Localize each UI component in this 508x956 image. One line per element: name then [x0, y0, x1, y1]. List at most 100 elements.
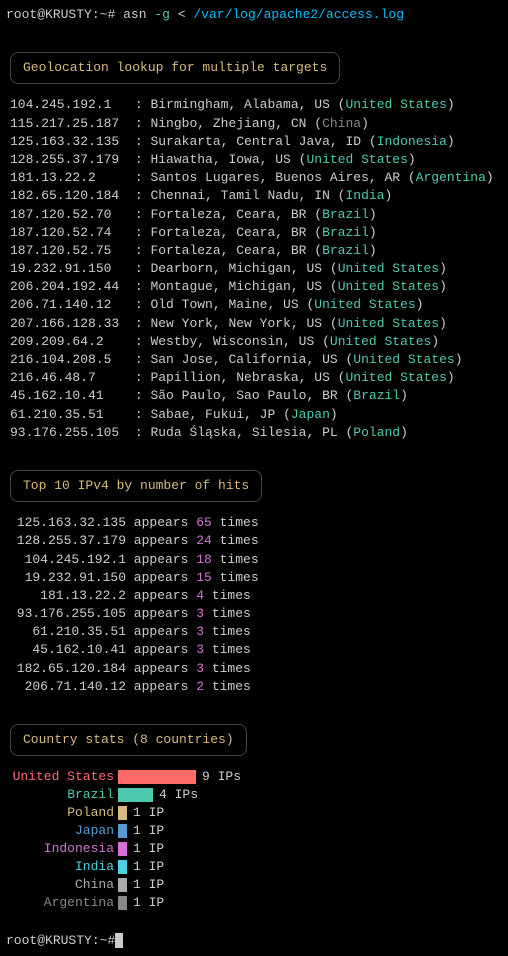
geo-country: Japan	[291, 407, 330, 422]
paren-close: )	[439, 261, 447, 276]
geo-list: 104.245.192.1 : Birmingham, Alabama, US …	[10, 96, 502, 442]
hits-list: 125.163.32.135 appears 65 times128.255.3…	[14, 514, 502, 696]
geo-country: United States	[314, 297, 415, 312]
paren-close: )	[400, 388, 408, 403]
country-section-box: Country stats (8 countries)	[10, 724, 247, 756]
separator: :	[135, 370, 151, 385]
hits-appears: appears	[126, 642, 196, 657]
separator: :	[135, 261, 151, 276]
geo-location: Montague, Michigan, US	[150, 279, 329, 294]
geo-row: 115.217.25.187 : Ningbo, Zhejiang, CN (C…	[10, 115, 502, 133]
stats-row: Argentina1 IP	[6, 894, 502, 912]
geo-ip: 206.204.192.44	[10, 279, 135, 294]
geo-location: Chennai, Tamil Nadu, IN	[150, 188, 337, 203]
paren-open: (	[330, 261, 338, 276]
country-title: Country stats (8 countries)	[23, 732, 234, 747]
hits-times: times	[204, 679, 251, 694]
geo-country: United States	[345, 97, 446, 112]
hits-row: 182.65.120.184 appears 3 times	[14, 660, 502, 678]
stats-bar	[118, 788, 153, 802]
stats-count: 4 IPs	[159, 786, 198, 804]
hits-row: 45.162.10.41 appears 3 times	[14, 641, 502, 659]
hits-appears: appears	[126, 679, 196, 694]
separator: :	[135, 388, 151, 403]
separator: :	[135, 425, 151, 440]
stats-count: 1 IP	[133, 822, 164, 840]
hits-ip: 182.65.120.184	[14, 660, 126, 678]
hits-count: 3	[196, 624, 204, 639]
geo-ip: 104.245.192.1	[10, 97, 135, 112]
geo-ip: 182.65.120.184	[10, 188, 135, 203]
prompt-line[interactable]: root@KRUSTY:~# asn -g < /var/log/apache2…	[6, 6, 502, 24]
geo-ip: 93.176.255.105	[10, 425, 135, 440]
geo-row: 19.232.91.150 : Dearborn, Michigan, US (…	[10, 260, 502, 278]
hits-appears: appears	[126, 515, 196, 530]
hits-times: times	[212, 570, 259, 585]
hits-appears: appears	[126, 624, 196, 639]
hits-ip: 45.162.10.41	[14, 641, 126, 659]
separator: :	[135, 352, 151, 367]
geo-row: 125.163.32.135 : Surakarta, Central Java…	[10, 133, 502, 151]
hits-ip: 104.245.192.1	[14, 551, 126, 569]
stats-row: Japan 1 IP	[6, 822, 502, 840]
geo-country: United States	[345, 370, 446, 385]
geo-location: Westby, Wisconsin, US	[150, 334, 322, 349]
geo-location: Papillion, Nebraska, US	[150, 370, 337, 385]
geo-ip: 115.217.25.187	[10, 116, 135, 131]
geo-ip: 187.120.52.70	[10, 207, 135, 222]
stats-row: China1 IP	[6, 876, 502, 894]
hits-row: 125.163.32.135 appears 65 times	[14, 514, 502, 532]
geo-row: 206.204.192.44 : Montague, Michigan, US …	[10, 278, 502, 296]
separator: :	[135, 170, 151, 185]
geo-ip: 209.209.64.2	[10, 334, 135, 349]
geo-ip: 45.162.10.41	[10, 388, 135, 403]
geo-country: Brazil	[322, 207, 369, 222]
hits-times: times	[204, 624, 251, 639]
stats-country: Poland	[6, 804, 118, 822]
geo-ip: 125.163.32.135	[10, 134, 135, 149]
separator: :	[135, 243, 151, 258]
paren-close: )	[455, 352, 463, 367]
country-stats: United States9 IPsBrazil4 IPsPoland1 IPJ…	[6, 768, 502, 912]
stats-country: China	[6, 876, 118, 894]
hits-row: 206.71.140.12 appears 2 times	[14, 678, 502, 696]
hits-times: times	[204, 606, 251, 621]
separator: :	[135, 407, 151, 422]
stats-bar	[118, 860, 127, 874]
prompt-host: KRUSTY	[45, 7, 92, 22]
stats-bar	[118, 806, 127, 820]
stats-country: India	[6, 858, 118, 876]
paren-close: )	[439, 279, 447, 294]
hits-count: 3	[196, 606, 204, 621]
geo-country: India	[345, 188, 384, 203]
hits-times: times	[212, 515, 259, 530]
geo-country: China	[322, 116, 361, 131]
paren-close: )	[369, 225, 377, 240]
geo-country: United States	[338, 279, 439, 294]
geo-row: 182.65.120.184 : Chennai, Tamil Nadu, IN…	[10, 187, 502, 205]
stats-country: Brazil	[6, 786, 118, 804]
final-prompt[interactable]: root@KRUSTY:~#	[6, 932, 502, 950]
stats-row: Indonesia1 IP	[6, 840, 502, 858]
geo-country: United States	[338, 261, 439, 276]
geo-row: 128.255.37.179 : Hiawatha, Iowa, US (Uni…	[10, 151, 502, 169]
hits-row: 93.176.255.105 appears 3 times	[14, 605, 502, 623]
hits-count: 65	[196, 515, 212, 530]
paren-close: )	[486, 170, 494, 185]
redirect: <	[178, 7, 186, 22]
separator: :	[135, 152, 151, 167]
hits-appears: appears	[126, 661, 196, 676]
geo-row: 206.71.140.12 : Old Town, Maine, US (Uni…	[10, 296, 502, 314]
stats-row: Poland1 IP	[6, 804, 502, 822]
hits-ip: 181.13.22.2	[14, 587, 126, 605]
hits-count: 18	[196, 552, 212, 567]
separator: :	[135, 207, 151, 222]
stats-count: 1 IP	[133, 894, 164, 912]
geo-ip: 187.120.52.74	[10, 225, 135, 240]
stats-row: India1 IP	[6, 858, 502, 876]
paren-close: )	[369, 243, 377, 258]
geo-country: United States	[338, 316, 439, 331]
stats-country: Japan	[6, 822, 118, 840]
separator: :	[135, 134, 151, 149]
command-flag: -g	[154, 7, 170, 22]
